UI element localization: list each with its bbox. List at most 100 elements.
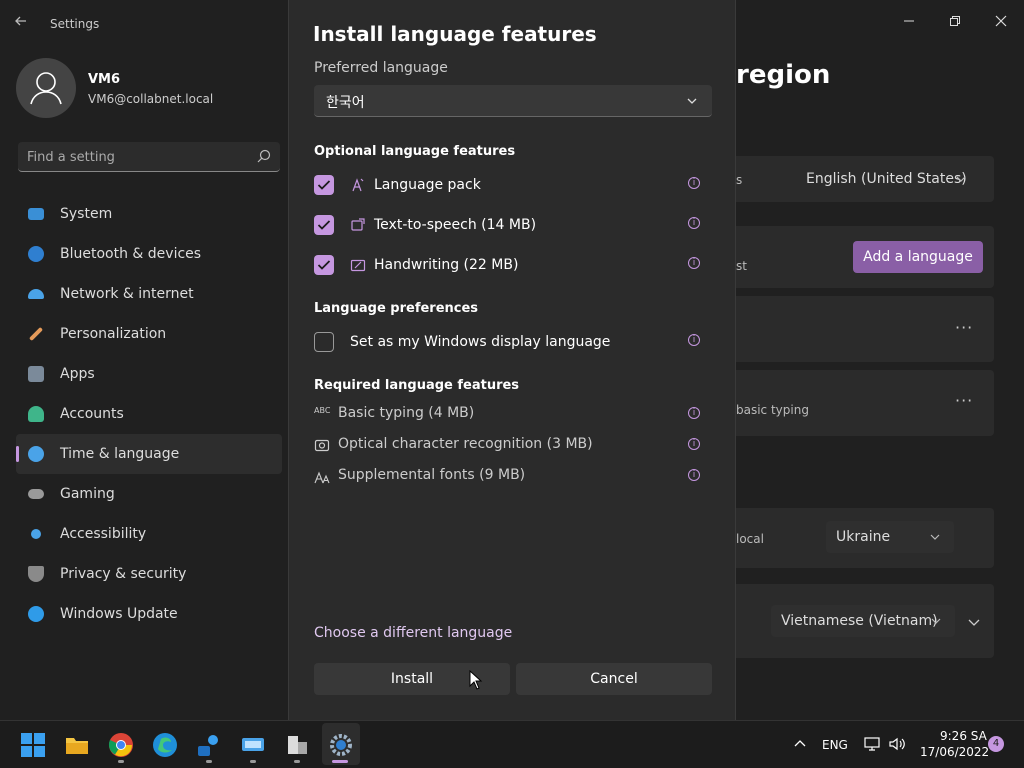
chevron-up-icon[interactable] [794, 738, 806, 748]
sidebar-item-label: Apps [60, 366, 95, 382]
search-input[interactable]: Find a setting [18, 142, 280, 172]
chrome-icon[interactable] [108, 732, 134, 758]
required-label: Supplemental fonts (9 MB) [338, 467, 526, 483]
minimize-icon [904, 20, 914, 22]
sidebar-item-label: Privacy & security [60, 566, 187, 582]
sidebar-item-label: Accessibility [60, 526, 147, 542]
clock-time[interactable]: 9:26 SA [940, 729, 987, 743]
info-icon[interactable]: i [688, 438, 700, 450]
sidebar-item-accounts[interactable]: Accounts [16, 394, 282, 434]
feature-row-language-pack[interactable]: Language pack i [314, 170, 712, 200]
checkbox[interactable] [314, 215, 334, 235]
chevron-down-icon [931, 618, 941, 624]
maximize-button[interactable] [940, 8, 970, 38]
brush-icon [28, 326, 44, 342]
sidebar-item-personalization[interactable]: Personalization [16, 314, 282, 354]
chevron-down-icon [956, 176, 966, 182]
sidebar-item-label: Accounts [60, 406, 124, 422]
required-label: Optical character recognition (3 MB) [338, 436, 593, 452]
regional-format-dropdown[interactable]: Vietnamese (Vietnam) [771, 605, 955, 637]
sidebar-item-windows-update[interactable]: Windows Update [16, 594, 282, 634]
clock-date[interactable]: 17/06/2022 [920, 745, 989, 759]
network-icon[interactable] [864, 736, 882, 752]
running-indicator [118, 760, 124, 763]
required-row-fonts: Supplemental fonts (9 MB) i [314, 463, 712, 489]
info-icon[interactable]: i [688, 257, 700, 269]
running-indicator [294, 760, 300, 763]
page-title: region [736, 60, 831, 90]
check-icon [317, 220, 331, 230]
sidebar-item-privacy[interactable]: Privacy & security [16, 554, 282, 594]
card-fragment: st [736, 259, 747, 273]
sidebar-item-bluetooth[interactable]: Bluetooth & devices [16, 234, 282, 274]
cancel-button[interactable]: Cancel [516, 663, 712, 695]
app-title: Settings [50, 17, 100, 31]
feature-row-handwriting[interactable]: Handwriting (22 MB) i [314, 250, 712, 280]
sidebar-item-apps[interactable]: Apps [16, 354, 282, 394]
card-subtitle: local [736, 532, 764, 546]
sidebar-nav: System Bluetooth & devices Network & int… [16, 194, 282, 634]
file-explorer-icon[interactable] [64, 732, 90, 758]
info-icon[interactable]: i [688, 177, 700, 189]
optional-features-header: Optional language features [314, 144, 516, 159]
settings-gear-icon[interactable] [328, 732, 354, 758]
sidebar-item-label: Bluetooth & devices [60, 246, 202, 262]
volume-icon[interactable] [888, 736, 906, 752]
sidebar-item-label: Network & internet [60, 286, 194, 302]
choose-different-language-link[interactable]: Choose a different language [314, 625, 512, 641]
gamepad-icon [28, 489, 44, 499]
sidebar-item-accessibility[interactable]: Accessibility [16, 514, 282, 554]
pen-icon [350, 259, 366, 272]
checkbox[interactable] [314, 332, 334, 352]
running-indicator [250, 760, 256, 763]
expand-chevron-icon[interactable] [968, 616, 980, 628]
notification-badge[interactable]: 4 [988, 736, 1004, 752]
feature-row-text-to-speech[interactable]: Text-to-speech (14 MB) i [314, 210, 712, 240]
close-button[interactable] [986, 8, 1016, 38]
search-icon [257, 149, 271, 163]
sidebar-item-system[interactable]: System [16, 194, 282, 234]
option-label: Set as my Windows display language [350, 334, 611, 350]
feature-label: Handwriting (22 MB) [374, 257, 519, 273]
feature-label: Language pack [374, 177, 481, 193]
info-icon[interactable]: i [688, 334, 700, 346]
input-language-indicator[interactable]: ENG [822, 738, 848, 752]
sidebar-item-label: Windows Update [60, 606, 178, 622]
country-dropdown[interactable]: Ukraine [826, 521, 954, 553]
info-icon[interactable]: i [688, 407, 700, 419]
remote-desktop-icon[interactable] [240, 732, 266, 758]
info-icon[interactable]: i [688, 217, 700, 229]
server-manager-icon[interactable] [284, 732, 310, 758]
info-icon[interactable]: i [688, 469, 700, 481]
people-app-icon[interactable] [196, 732, 222, 758]
preferred-language-select[interactable]: 한국어 [314, 85, 712, 117]
dropdown-value: Vietnamese (Vietnam) [781, 613, 938, 629]
display-language-option[interactable]: Set as my Windows display language i [314, 327, 712, 357]
checkbox[interactable] [314, 175, 334, 195]
required-features-header: Required language features [314, 378, 520, 393]
start-icon[interactable] [20, 732, 46, 758]
select-value: 한국어 [326, 95, 365, 111]
more-options-button-2[interactable]: ··· [955, 391, 973, 410]
sidebar-item-network[interactable]: Network & internet [16, 274, 282, 314]
preferred-language-label: Preferred language [314, 60, 448, 76]
person-icon [30, 72, 62, 105]
accessibility-icon [31, 529, 41, 539]
edge-icon[interactable] [152, 732, 178, 758]
more-options-button[interactable]: ··· [955, 318, 973, 337]
avatar[interactable] [16, 58, 76, 118]
sidebar-item-time-language[interactable]: Time & language [16, 434, 282, 474]
checkbox[interactable] [314, 255, 334, 275]
back-button[interactable] [14, 14, 34, 34]
required-row-basic-typing: ABC Basic typing (4 MB) i [314, 401, 712, 427]
speech-icon [351, 218, 365, 231]
add-language-button[interactable]: Add a language [853, 241, 983, 273]
display-language-dropdown[interactable]: English (United States) [796, 163, 982, 195]
sidebar-item-gaming[interactable]: Gaming [16, 474, 282, 514]
minimize-button[interactable] [894, 8, 924, 38]
update-icon [28, 606, 44, 622]
card-fragment: s [736, 173, 743, 187]
sidebar-item-label: Gaming [60, 486, 115, 502]
user-name: VM6 [88, 72, 121, 87]
abc-icon: ABC [314, 406, 331, 415]
